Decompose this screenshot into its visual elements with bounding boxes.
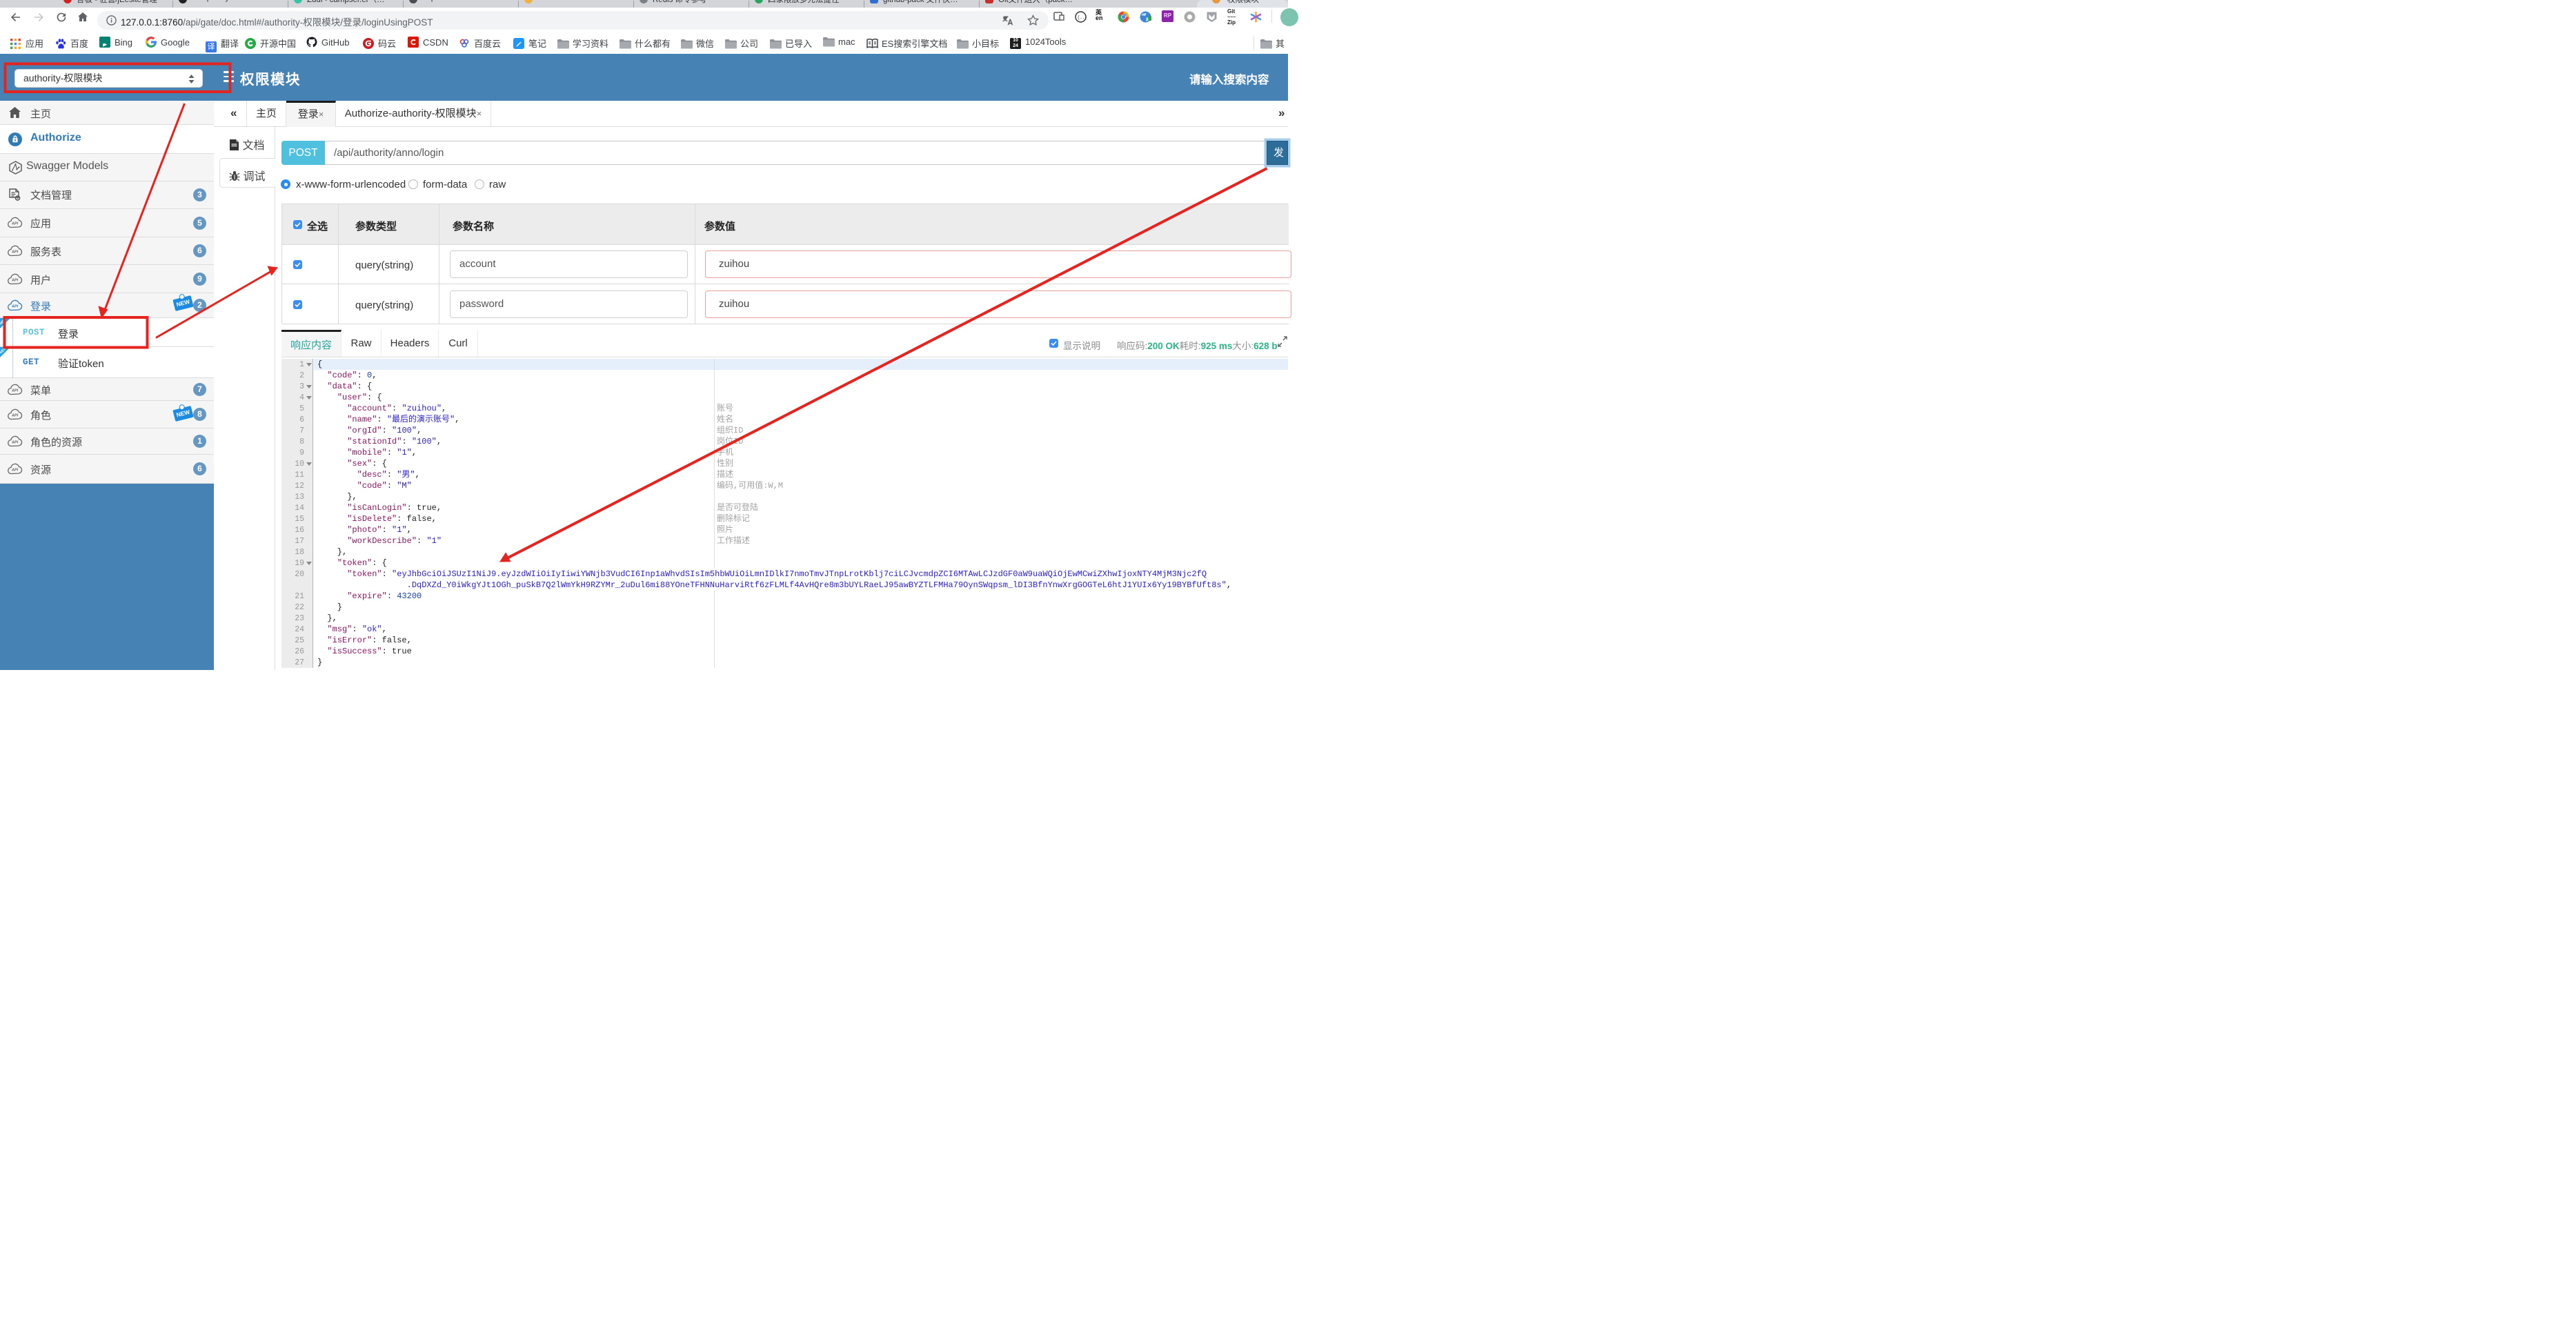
svg-text:API: API bbox=[11, 414, 19, 418]
svg-text:{..}: {..} bbox=[1078, 15, 1087, 20]
svg-text:API: API bbox=[11, 441, 19, 445]
svg-text:API: API bbox=[11, 469, 19, 473]
svg-text:API: API bbox=[11, 250, 19, 255]
svg-text:API: API bbox=[11, 389, 19, 393]
svg-text:API: API bbox=[11, 222, 19, 226]
svg-text:API: API bbox=[11, 279, 19, 283]
svg-text:API: API bbox=[11, 305, 19, 309]
